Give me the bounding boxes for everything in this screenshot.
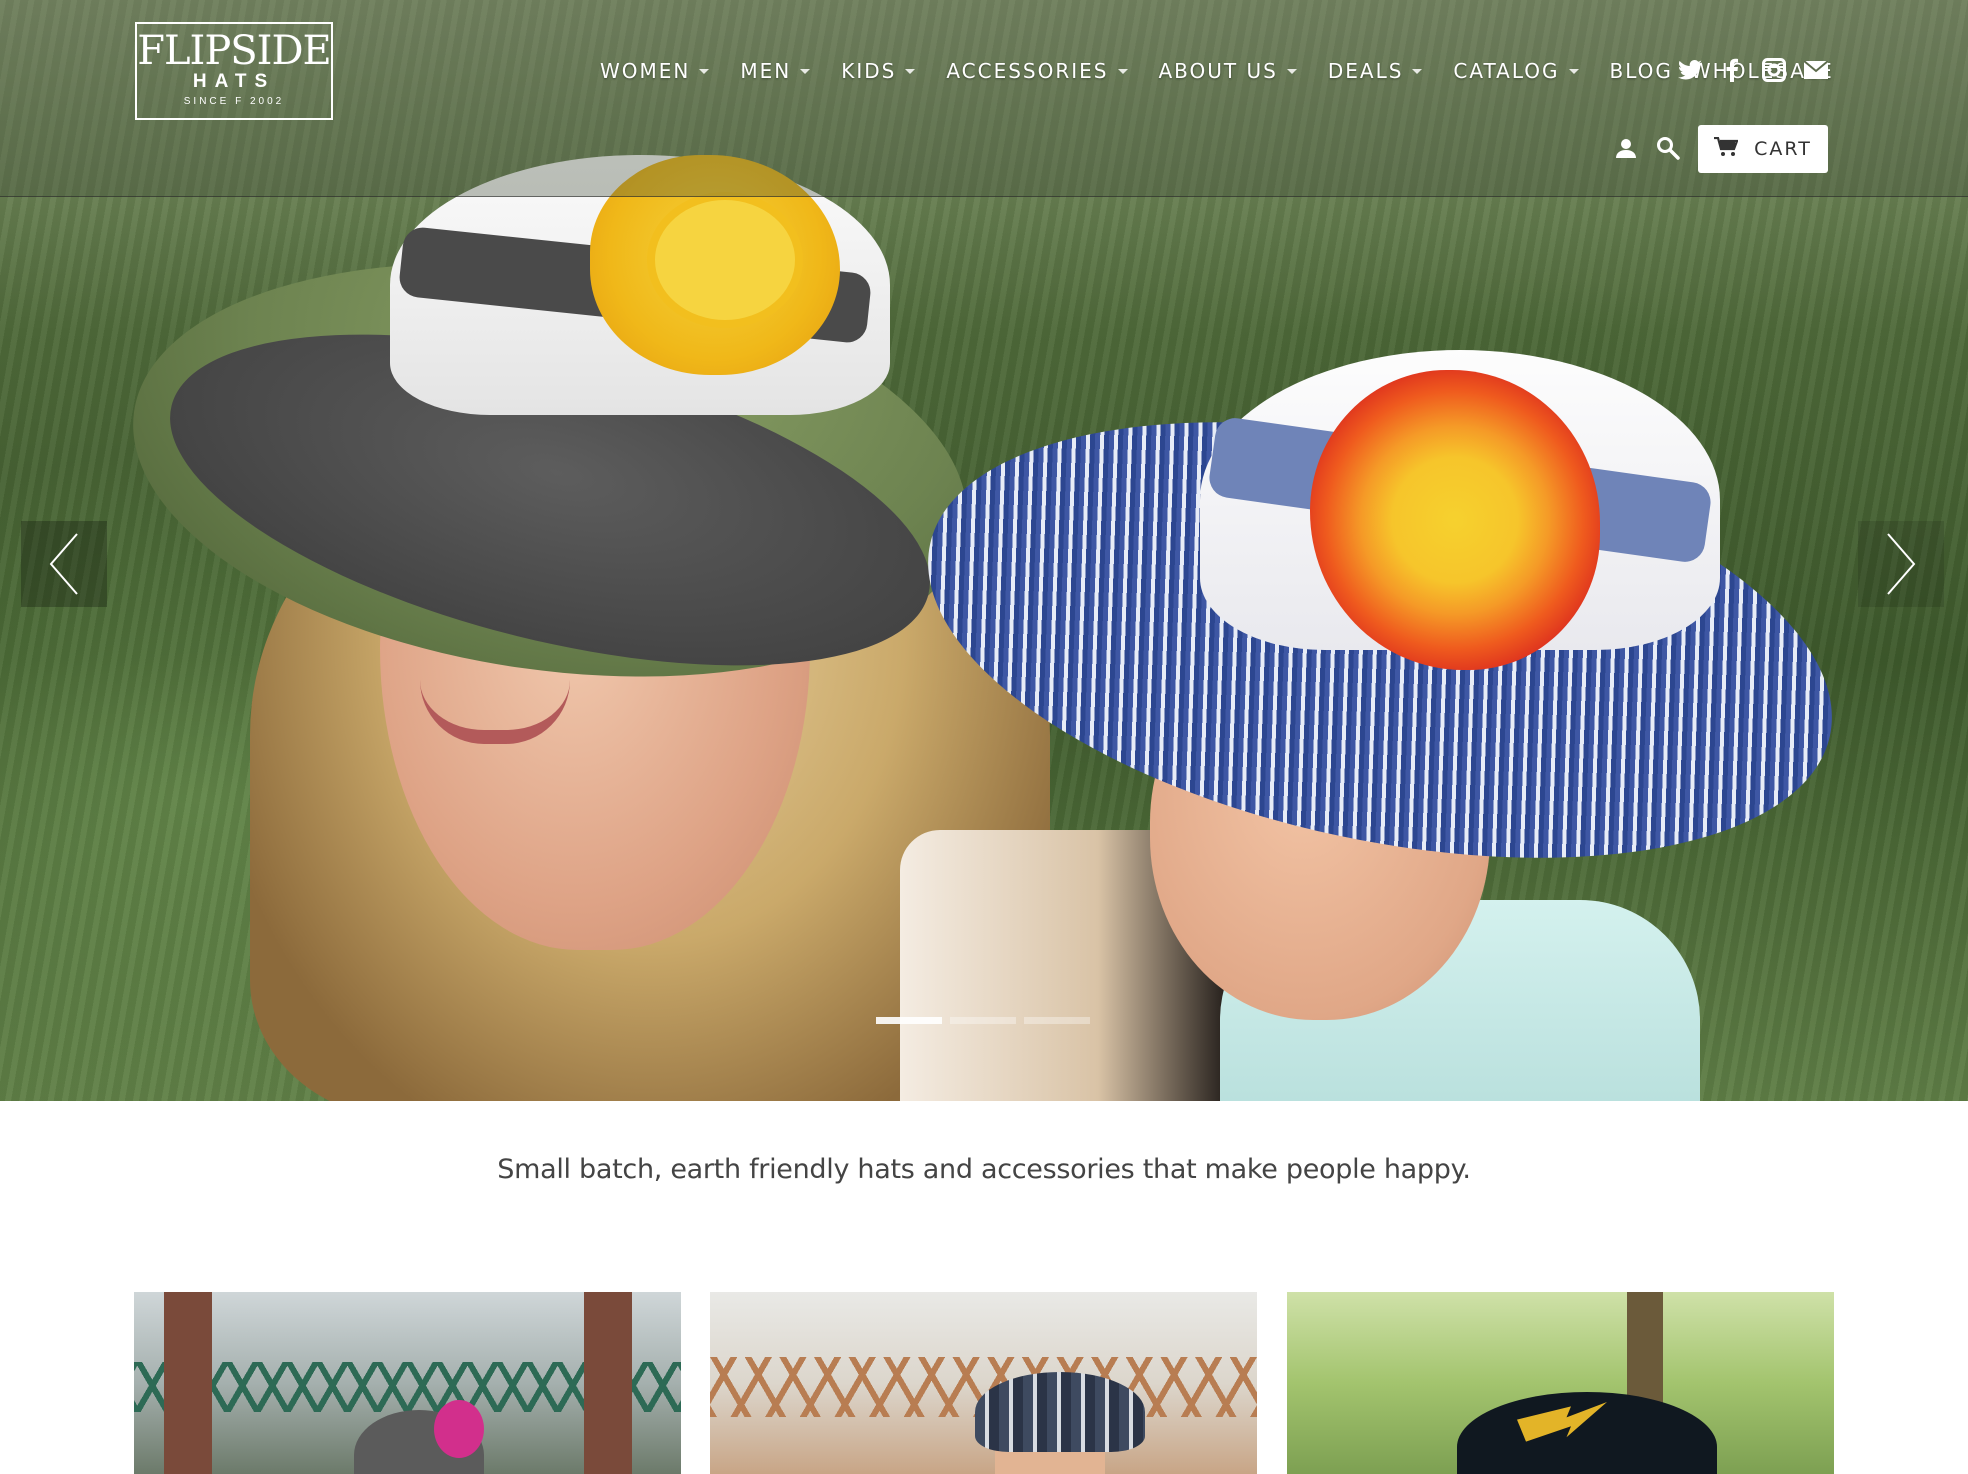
nav-item-deals[interactable]: DEALS: [1328, 59, 1423, 83]
product-tile-3[interactable]: [1287, 1292, 1834, 1474]
main-nav: WOMEN MEN KIDS ACCESSORIES ABOUT US DEAL…: [600, 54, 1852, 88]
nav-item-kids[interactable]: KIDS: [841, 59, 916, 83]
nav-item-label: BLOG: [1609, 59, 1673, 83]
site-logo[interactable]: FLIPSIDE HATS SINCE F 2002: [135, 22, 333, 120]
slider-next-button[interactable]: [1858, 521, 1944, 607]
tagline: Small batch, earth friendly hats and acc…: [497, 1154, 1471, 1185]
chevron-right-icon: [1887, 533, 1916, 595]
chevron-left-icon: [49, 533, 78, 595]
slider-dot-1[interactable]: [876, 1017, 942, 1024]
nav-item-women[interactable]: WOMEN: [600, 59, 710, 83]
nav-item-label: KIDS: [841, 59, 897, 83]
hero-slider: FLIPSIDE HATS SINCE F 2002 WOMEN MEN KID…: [0, 0, 1968, 1101]
tile-post: [164, 1292, 212, 1474]
mail-icon[interactable]: [1801, 54, 1831, 86]
caret-down-icon: [1568, 68, 1579, 74]
slider-prev-button[interactable]: [21, 521, 107, 607]
nav-item-catalog[interactable]: CATALOG: [1453, 59, 1579, 83]
caret-down-icon: [699, 68, 710, 74]
caret-down-icon: [1117, 68, 1128, 74]
hero-yellow-flower-center: [655, 200, 795, 320]
product-tile-1[interactable]: [134, 1292, 681, 1474]
logo-since: SINCE F 2002: [183, 96, 285, 107]
cart-label: CART: [1754, 138, 1812, 160]
twitter-icon[interactable]: [1675, 54, 1705, 86]
nav-item-blog[interactable]: BLOG: [1610, 59, 1673, 83]
logo-subtitle: HATS: [192, 71, 276, 92]
tile-plaid-cap: [975, 1372, 1145, 1452]
nav-item-men[interactable]: MEN: [740, 59, 811, 83]
nav-item-label: CATALOG: [1453, 59, 1560, 83]
tile-black-cap: [1457, 1392, 1717, 1474]
tile-pink-flower: [434, 1400, 484, 1458]
product-tile-2[interactable]: [710, 1292, 1257, 1474]
tile-post: [584, 1292, 632, 1474]
nav-item-accessories[interactable]: ACCESSORIES: [946, 59, 1128, 83]
logo-wordmark: FLIPSIDE: [137, 28, 332, 74]
cart-icon: [1714, 136, 1739, 162]
nav-item-label: MEN: [740, 59, 792, 83]
instagram-icon[interactable]: [1759, 54, 1789, 86]
nav-item-about-us[interactable]: ABOUT US: [1159, 59, 1297, 83]
caret-down-icon: [1412, 68, 1423, 74]
facebook-icon[interactable]: [1717, 54, 1747, 86]
slider-dot-3[interactable]: [1024, 1017, 1090, 1024]
caret-down-icon: [800, 68, 811, 74]
nav-item-label: DEALS: [1327, 59, 1404, 83]
nav-item-label: ABOUT US: [1158, 59, 1278, 83]
slider-dot-2[interactable]: [950, 1017, 1016, 1024]
nav-item-label: WOMEN: [600, 59, 691, 83]
search-icon[interactable]: [1654, 134, 1682, 162]
cart-button[interactable]: CART: [1698, 125, 1828, 173]
caret-down-icon: [1286, 68, 1297, 74]
caret-down-icon: [905, 68, 916, 74]
nav-item-label: ACCESSORIES: [946, 59, 1109, 83]
slider-pagination: [876, 1017, 1090, 1024]
user-icon[interactable]: [1612, 134, 1640, 162]
